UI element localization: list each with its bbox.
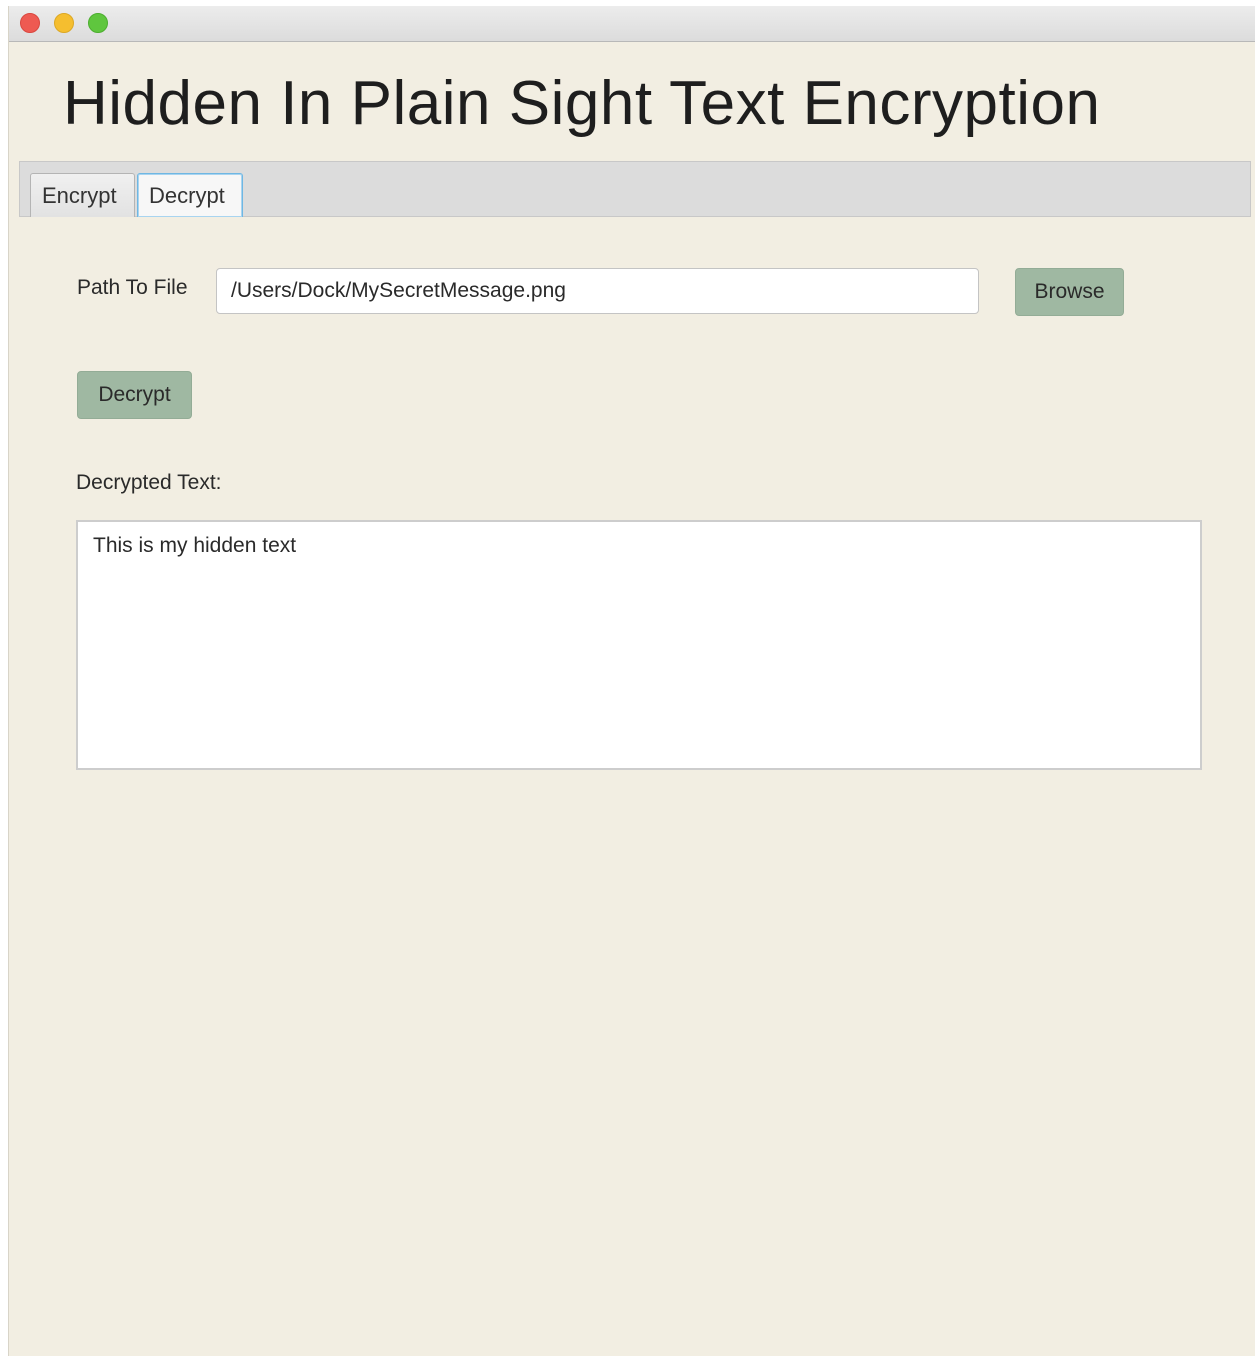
- app-window: Hidden In Plain Sight Text Encryption En…: [8, 6, 1255, 1356]
- tab-decrypt[interactable]: Decrypt: [137, 173, 243, 217]
- path-to-file-label: Path To File: [77, 276, 188, 299]
- close-icon[interactable]: [20, 13, 40, 33]
- minimize-icon[interactable]: [54, 13, 74, 33]
- decrypted-text-label: Decrypted Text:: [76, 471, 222, 494]
- path-to-file-input[interactable]: [216, 268, 979, 314]
- decrypted-text-area[interactable]: This is my hidden text: [76, 520, 1202, 770]
- app-title: Hidden In Plain Sight Text Encryption: [63, 69, 1101, 138]
- window-titlebar[interactable]: [9, 6, 1255, 42]
- zoom-icon[interactable]: [88, 13, 108, 33]
- tab-encrypt[interactable]: Encrypt: [30, 173, 135, 217]
- browse-button[interactable]: Browse: [1015, 268, 1124, 316]
- decrypt-button[interactable]: Decrypt: [77, 371, 192, 419]
- tab-bar: Encrypt Decrypt: [19, 161, 1251, 217]
